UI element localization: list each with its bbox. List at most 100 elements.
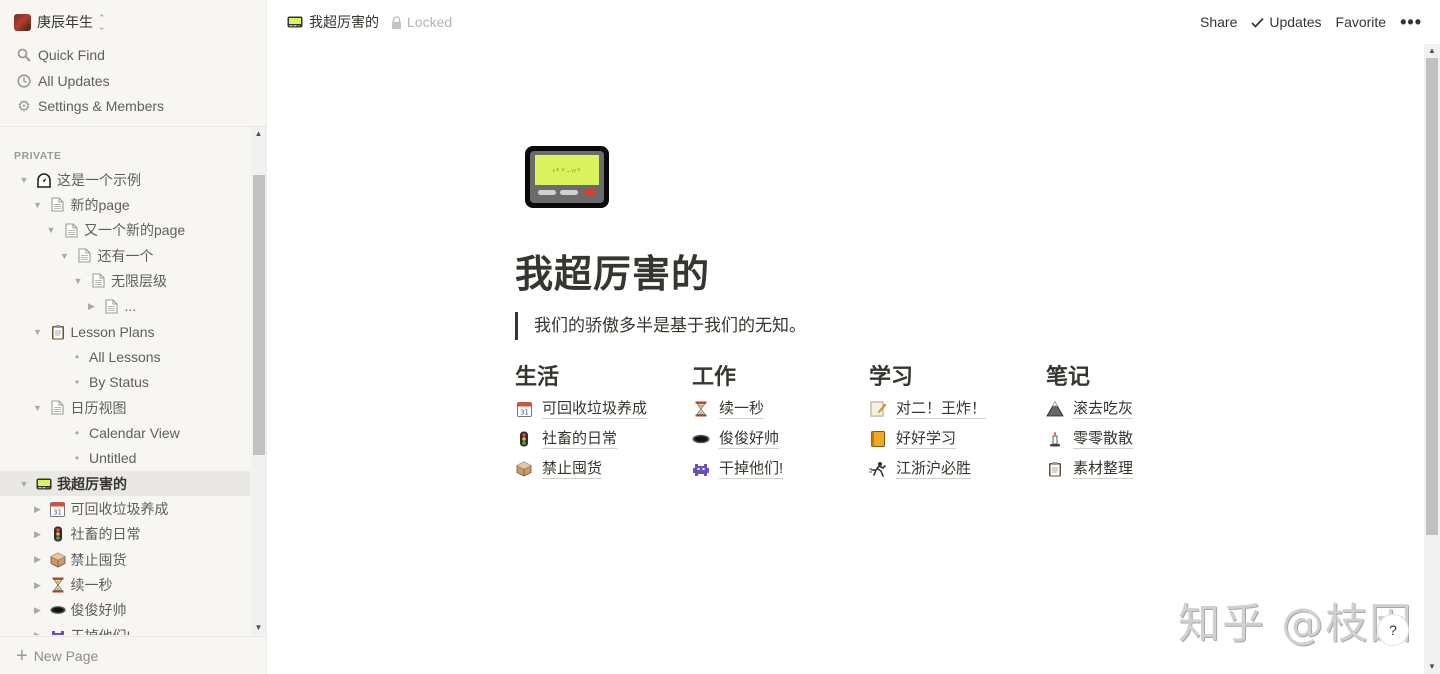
caret-down-icon[interactable]: ▼ (45, 225, 57, 235)
sidebar-tree-item[interactable]: • Calendar View (0, 421, 250, 446)
page-icon-pager[interactable]: ᵞᶦᵛ-ᵞᵞᵛ (524, 145, 610, 209)
caret-right-icon[interactable]: ▶ (32, 605, 44, 616)
calendar-icon: 31 (50, 501, 66, 518)
sidebar-tree-item[interactable]: ▼ 这是一个示例 (0, 167, 250, 192)
sidebar-quick-find[interactable]: Quick Find (16, 44, 105, 66)
page-link-label: 零零散散 (1073, 429, 1134, 449)
sidebar-tree-item[interactable]: ▶ 31 可回收垃圾养成 (0, 497, 250, 522)
tree-item-label: 无限层级 (111, 272, 167, 289)
page-link[interactable]: 社畜的日常 (515, 424, 692, 454)
tree-item-label: 新的page (70, 196, 130, 213)
tree-item-label: ... (124, 298, 137, 315)
settings-members-label: Settings & Members (38, 98, 165, 114)
page-title[interactable]: 我超厉害的 (515, 243, 710, 298)
caret-right-icon[interactable]: ▶ (32, 580, 44, 591)
main-scroll-up-arrow-icon[interactable]: ▲ (1424, 44, 1440, 58)
sidebar-tree-item[interactable]: ▼ 新的page (0, 192, 250, 217)
page-link-label: 禁止囤货 (542, 459, 603, 479)
sidebar-tree-item[interactable]: • By Status (0, 370, 250, 395)
tree-item-label: 这是一个示例 (57, 171, 141, 188)
page-link[interactable]: 续一秒 (692, 394, 869, 424)
page-link[interactable]: 江浙沪必胜 (869, 454, 1046, 484)
page-link[interactable]: 素材整理 (1046, 454, 1223, 484)
sidebar-tree-item[interactable]: ▼ 日历视图 (0, 395, 250, 420)
caret-down-icon[interactable]: ▼ (32, 200, 44, 210)
favorite-button[interactable]: Favorite (1336, 14, 1387, 30)
sidebar-scrollbar[interactable]: ▲ ▼ (251, 127, 266, 635)
sidebar-all-updates[interactable]: All Updates (16, 70, 110, 92)
sidebar-tree-item[interactable]: ▶ 禁止囤货 (0, 547, 250, 572)
chevron-up-down-icon: ⌃ ⌃ (98, 13, 106, 32)
scroll-up-arrow-icon[interactable]: ▲ (251, 127, 266, 141)
breadcrumb[interactable]: 我超厉害的 Locked (287, 12, 452, 32)
caret-down-icon[interactable]: ▼ (32, 403, 44, 413)
sidebar-tree-item[interactable]: ▼ 我超厉害的 (0, 471, 250, 497)
locked-indicator[interactable]: Locked (391, 14, 452, 30)
caret-right-icon[interactable]: ▶ (32, 504, 44, 515)
page-link[interactable]: 俊俊好帅 (692, 424, 869, 454)
sidebar-tree-item[interactable]: ▶ 社畜的日常 (0, 522, 250, 547)
scroll-down-arrow-icon[interactable]: ▼ (251, 621, 266, 635)
page-link[interactable]: 禁止囤货 (515, 454, 692, 484)
sidebar-tree-item[interactable]: ▼ 又一个新的page (0, 218, 250, 243)
page-link[interactable]: 零零散散 (1046, 424, 1223, 454)
page-link-label: 可回收垃圾养成 (542, 399, 648, 419)
page-icon (63, 222, 79, 238)
page-link[interactable]: 31 可回收垃圾养成 (515, 394, 692, 424)
sidebar-tree-item[interactable]: ▶ 续一秒 (0, 573, 250, 598)
traffic-light-icon (50, 526, 66, 542)
topbar-actions: Share Updates Favorite ••• (1186, 12, 1422, 32)
main-scroll-down-arrow-icon[interactable]: ▼ (1424, 660, 1440, 674)
workspace-switcher[interactable]: 庚辰年生 ⌃ ⌃ (14, 11, 106, 33)
sidebar-tree-item[interactable]: ▼ Lesson Plans (0, 319, 250, 344)
calendar-icon: 31 (515, 400, 533, 418)
tree-item-label: 干掉他们! (71, 626, 131, 635)
page-link[interactable]: 对二！王炸！ (869, 394, 1046, 424)
link-column: 生活 31 可回收垃圾养成 社畜的日常 禁止囤货 (515, 360, 692, 484)
updates-button[interactable]: Updates (1251, 14, 1322, 30)
sidebar-tree-item[interactable]: ▶... (0, 294, 250, 319)
hourglass-icon (692, 400, 710, 418)
page-link-label: 江浙沪必胜 (896, 459, 972, 479)
caret-right-icon[interactable]: ▶ (86, 301, 98, 312)
share-button[interactable]: Share (1200, 14, 1237, 30)
page-icon (90, 273, 106, 289)
bullet-icon: • (74, 426, 80, 440)
clipboard-icon (1046, 460, 1064, 478)
help-button[interactable]: ? (1377, 614, 1409, 646)
space-invader-icon (692, 460, 710, 478)
main-scrollbar[interactable]: ▲ ▼ (1424, 44, 1440, 674)
page-link-label: 对二！王炸！ (896, 399, 987, 419)
caret-down-icon[interactable]: ▼ (59, 251, 71, 261)
page-link[interactable]: 干掉他们! (692, 454, 869, 484)
link-column: 工作 续一秒 俊俊好帅 干掉他们! (692, 360, 869, 484)
mountain-icon (1046, 400, 1064, 418)
tree-item-label: 社畜的日常 (70, 526, 141, 543)
caret-down-icon[interactable]: ▼ (18, 479, 30, 489)
quote-block[interactable]: 我们的骄傲多半是基于我们的无知。 (515, 312, 806, 340)
sidebar: 庚辰年生 ⌃ ⌃ Quick Find All Updates ⚙ Setting… (0, 0, 267, 674)
caret-down-icon[interactable]: ▼ (18, 175, 30, 185)
caret-right-icon[interactable]: ▶ (32, 630, 44, 635)
more-options-icon[interactable]: ••• (1400, 13, 1422, 31)
bullet-icon: • (74, 451, 80, 466)
sidebar-tree-item[interactable]: • Untitled (0, 446, 250, 471)
caret-right-icon[interactable]: ▶ (32, 554, 44, 565)
sidebar-tree-item[interactable]: ▶ 干掉他们! (0, 623, 250, 635)
new-page-button[interactable]: + New Page (0, 636, 267, 674)
sidebar-settings-members[interactable]: ⚙ Settings & Members (16, 95, 164, 117)
caret-down-icon[interactable]: ▼ (72, 276, 84, 286)
sidebar-scrollbar-thumb[interactable] (253, 175, 265, 455)
sidebar-tree-item[interactable]: ▼ 还有一个 (0, 243, 250, 268)
hourglass-icon (50, 577, 66, 593)
sidebar-tree-item[interactable]: ▶ 俊俊好帅 (0, 598, 250, 623)
caret-down-icon[interactable]: ▼ (32, 327, 44, 337)
page-link[interactable]: 滚去吃灰 (1046, 394, 1223, 424)
page-link[interactable]: 好好学习 (869, 424, 1046, 454)
page-icon (77, 248, 93, 264)
sidebar-tree-item[interactable]: ▼ 无限层级 (0, 268, 250, 293)
sidebar-tree-item[interactable]: • All Lessons (0, 344, 250, 369)
main-scrollbar-thumb[interactable] (1426, 58, 1438, 535)
caret-right-icon[interactable]: ▶ (32, 529, 44, 540)
page-icon (104, 298, 120, 314)
